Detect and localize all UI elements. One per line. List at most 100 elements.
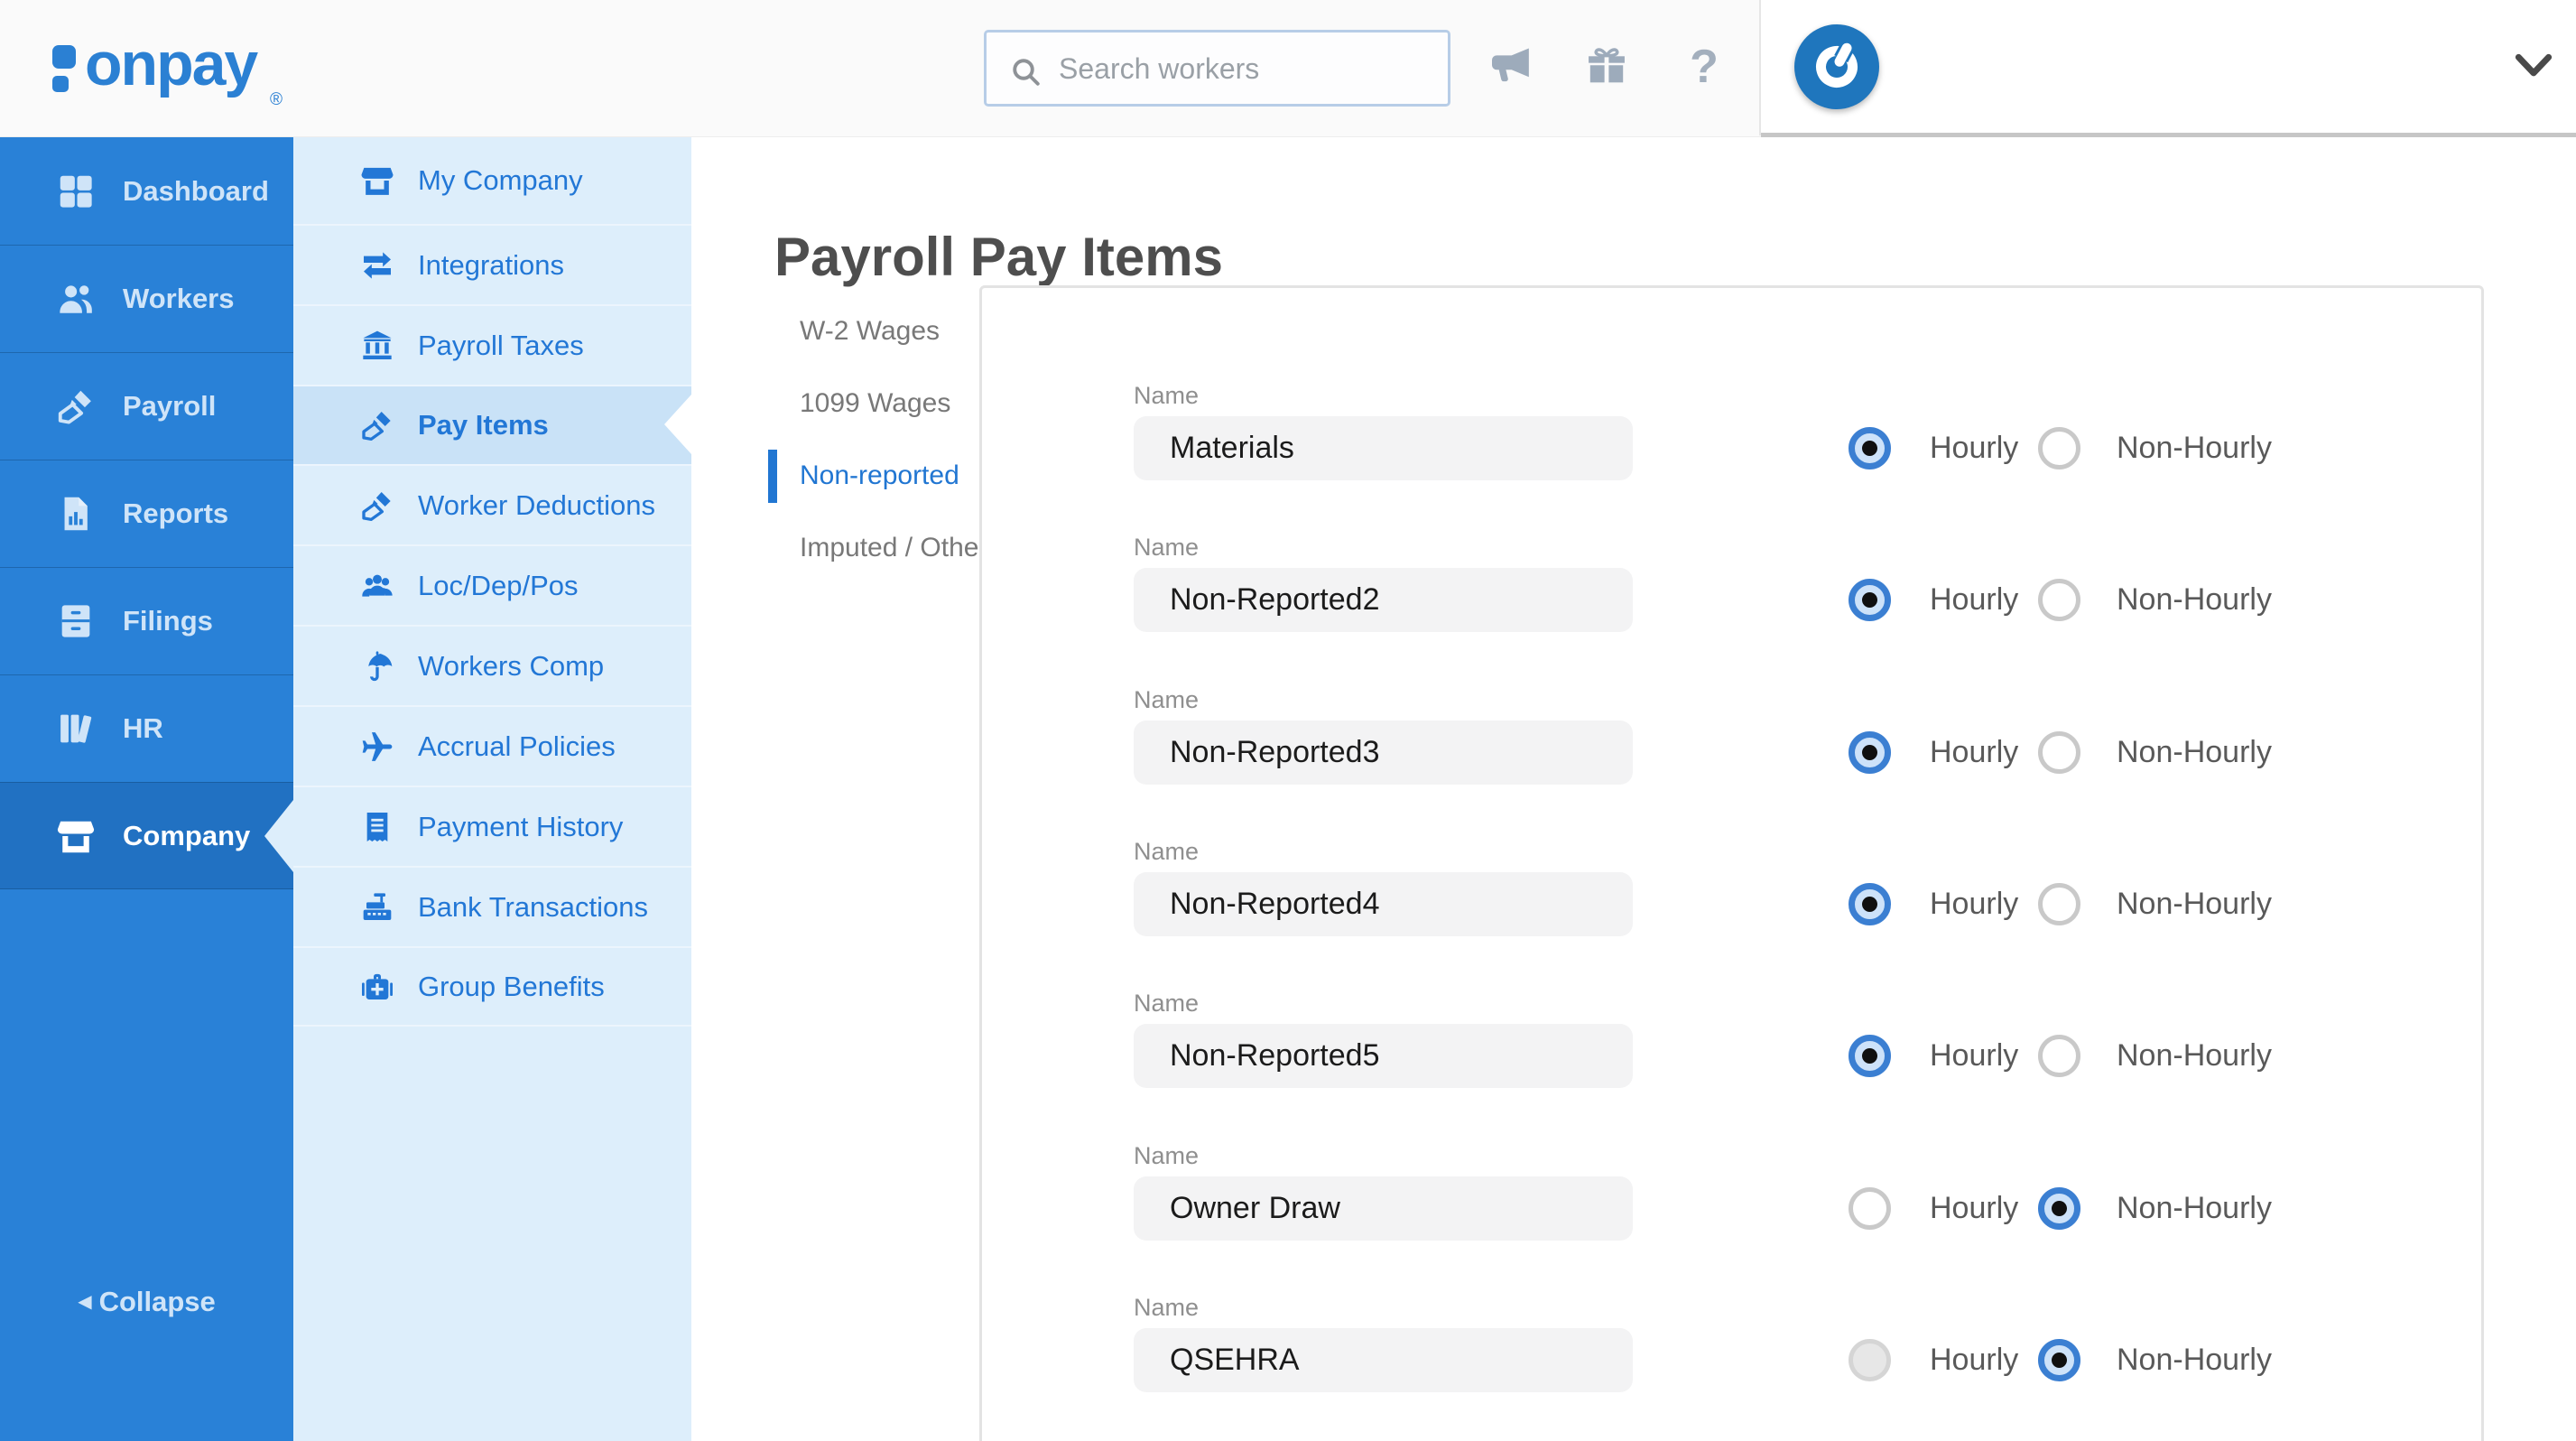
subnav-item-label: Payroll Taxes [418,329,584,361]
sidebar-item-workers[interactable]: Workers [0,245,293,352]
subnav-item-worker-deductions[interactable]: Worker Deductions [293,464,691,544]
name-field-label: Name [1134,1294,1200,1321]
subnav-item-payroll-taxes[interactable]: Payroll Taxes [293,304,691,385]
subnav-item-loc-dep-pos[interactable]: Loc/Dep/Pos [293,544,691,625]
name-field-label: Name [1134,1142,1200,1169]
pay-basis-radio-group: Hourly Non-Hourly [1849,731,2318,774]
hourly-label: Hourly [1930,1038,2019,1073]
name-field-label: Name [1134,686,1200,713]
pay-basis-radio-group: Hourly Non-Hourly [1849,579,2318,621]
hourly-radio[interactable] [1849,1035,1891,1077]
onpay-logo[interactable]: onpay ® [51,30,339,116]
subnav-item-workers-comp[interactable]: Workers Comp [293,625,691,705]
non-hourly-radio[interactable] [2038,579,2080,621]
subnav-item-label: Payment History [418,810,624,842]
search-input[interactable] [1057,34,1440,104]
primary-sidebar: Dashboard Workers Payroll Reports Filing… [0,137,293,1441]
hourly-label: Hourly [1930,1191,2019,1225]
pay-item-name-input[interactable] [1134,1328,1633,1392]
name-field-label: Name [1134,534,1200,561]
non-hourly-radio[interactable] [2038,1187,2080,1230]
rewards-button[interactable] [1578,38,1635,96]
hourly-radio[interactable] [1849,1187,1891,1230]
pay-item-name-input[interactable] [1134,1176,1633,1241]
pay-item-row: Name Hourly Non-Hourly [982,1294,2426,1409]
hourly-label: Hourly [1930,431,2019,465]
search-icon [1013,59,1040,86]
sidebar-item-company[interactable]: Company [0,782,293,889]
pay-item-row: Name Hourly Non-Hourly [982,990,2426,1105]
hourly-radio[interactable] [1849,731,1891,774]
receipt-icon [358,808,396,846]
non-hourly-radio[interactable] [2038,883,2080,925]
umbrella-icon [358,647,396,685]
non-hourly-label: Non-Hourly [2117,1038,2272,1073]
pay-basis-radio-group: Hourly Non-Hourly [1849,427,2318,469]
non-hourly-label: Non-Hourly [2117,887,2272,921]
pay-item-row: Name Hourly Non-Hourly [982,686,2426,802]
subnav-item-label: Group Benefits [418,970,605,1002]
subnav-item-pay-items[interactable]: Pay Items [293,385,691,464]
collapse-button[interactable]: ◀ Collapse [0,1286,293,1318]
pay-item-row: Name Hourly Non-Hourly [982,838,2426,953]
signing-icon [54,385,97,428]
help-icon: ? [1690,41,1719,93]
pay-item-row: Name Hourly Non-Hourly [982,1142,2426,1258]
sidebar-item-label: Filings [123,605,213,637]
sidebar-item-hr[interactable]: HR [0,674,293,782]
non-hourly-label: Non-Hourly [2117,1343,2272,1377]
sidebar-item-dashboard[interactable]: Dashboard [0,137,293,245]
pay-basis-radio-group: Hourly Non-Hourly [1849,1339,2318,1381]
non-hourly-radio[interactable] [2038,731,2080,774]
name-field-label: Name [1134,382,1200,409]
hourly-radio[interactable] [1849,427,1891,469]
avatar[interactable] [1794,24,1879,109]
sidebar-item-label: Dashboard [123,174,269,207]
pay-item-name-input[interactable] [1134,1024,1633,1088]
subnav-item-bank-transactions[interactable]: Bank Transactions [293,866,691,946]
megaphone-icon [1492,48,1529,82]
books-icon [54,707,97,750]
user-menu[interactable] [1761,0,2576,137]
subnav-item-label: Accrual Policies [418,730,616,762]
pay-basis-radio-group: Hourly Non-Hourly [1849,1187,2318,1230]
subnav-item-integrations[interactable]: Integrations [293,224,691,304]
hourly-label: Hourly [1930,887,2019,921]
subnav-item-my-company[interactable]: My Company [293,137,691,224]
subnav-item-group-benefits[interactable]: Group Benefits [293,946,691,1027]
cash-register-icon [358,888,396,926]
hourly-radio[interactable] [1849,1339,1891,1381]
top-header: onpay ® ? [0,0,2576,137]
sidebar-item-label: Workers [123,283,235,314]
non-hourly-radio[interactable] [2038,1035,2080,1077]
tab-label: 1099 Wages [800,388,951,418]
sidebar-item-label: Reports [123,497,229,529]
registered-mark: ® [270,90,283,109]
app-window: onpay ® ? [0,0,2576,1441]
name-field-label: Name [1134,838,1200,865]
non-hourly-label: Non-Hourly [2117,582,2272,617]
pay-item-name-input[interactable] [1134,872,1633,936]
pay-item-name-input[interactable] [1134,568,1633,632]
swap-arrows-icon [358,246,396,284]
non-hourly-radio[interactable] [2038,427,2080,469]
hourly-radio[interactable] [1849,883,1891,925]
pay-item-name-input[interactable] [1134,720,1633,785]
sidebar-item-label: Payroll [123,390,217,422]
subnav-item-payment-history[interactable]: Payment History [293,786,691,866]
pay-item-name-input[interactable] [1134,416,1633,480]
hourly-label: Hourly [1930,1343,2019,1377]
help-button[interactable]: ? [1675,38,1733,96]
logo-mark-square-small [52,76,69,92]
sidebar-item-payroll[interactable]: Payroll [0,352,293,460]
airplane-icon [358,728,396,766]
non-hourly-radio[interactable] [2038,1339,2080,1381]
hourly-radio[interactable] [1849,579,1891,621]
sidebar-item-filings[interactable]: Filings [0,567,293,674]
chevron-down-icon[interactable] [2515,52,2553,79]
announcements-button[interactable] [1482,38,1540,96]
subnav-item-accrual-policies[interactable]: Accrual Policies [293,705,691,786]
pay-basis-radio-group: Hourly Non-Hourly [1849,1035,2318,1077]
collapse-arrow-icon: ◀ [78,1292,92,1312]
sidebar-item-reports[interactable]: Reports [0,460,293,567]
